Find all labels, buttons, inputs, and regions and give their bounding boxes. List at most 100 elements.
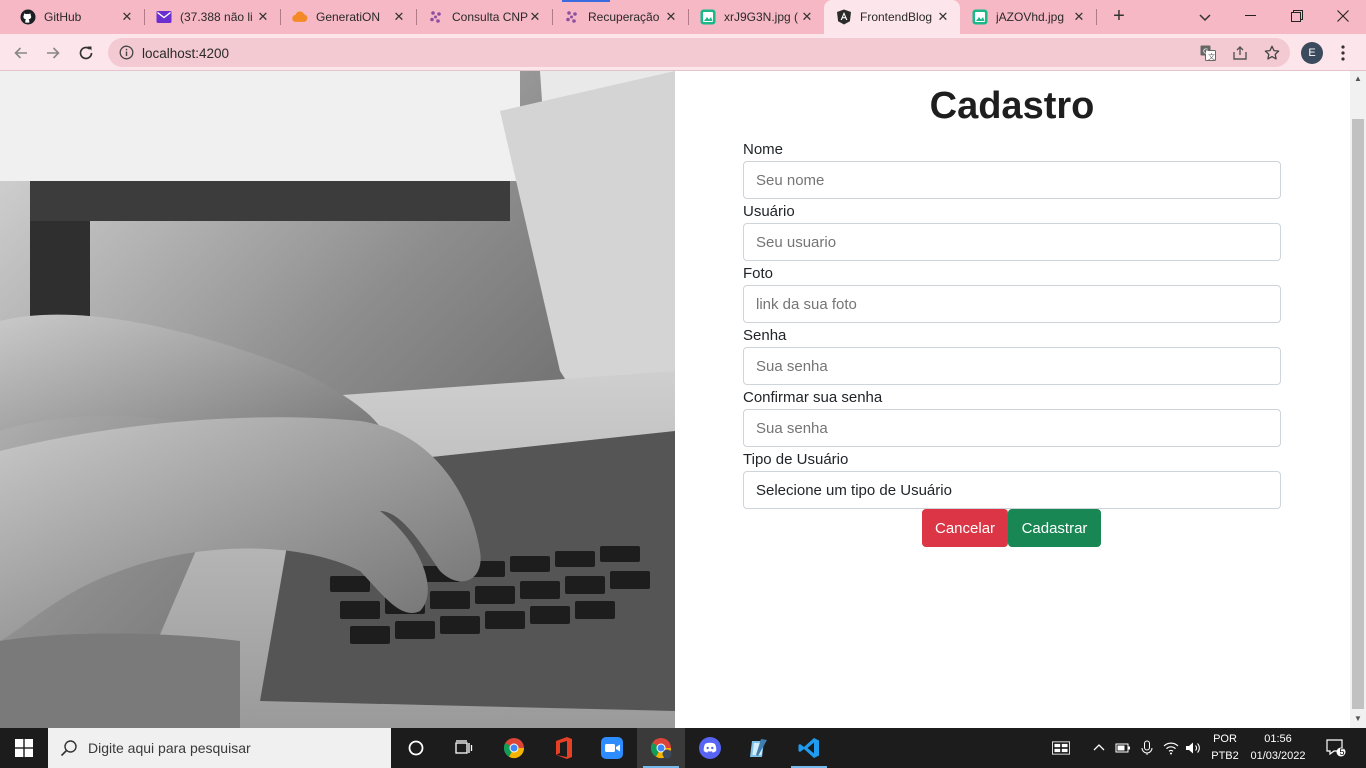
- restore-button[interactable]: [1274, 0, 1320, 32]
- chevron-up-icon[interactable]: [1090, 739, 1108, 757]
- notepad-icon: [750, 739, 767, 757]
- tab-consulta[interactable]: Consulta CNP ✕: [416, 0, 552, 34]
- volume-icon[interactable]: [1184, 739, 1202, 757]
- tab-search-button[interactable]: [1196, 8, 1214, 26]
- close-icon: [1337, 10, 1349, 22]
- clock-time: 01:56: [1264, 733, 1292, 745]
- close-tab-icon[interactable]: ✕: [256, 10, 270, 24]
- tab-image-2[interactable]: jAZOVhd.jpg ✕: [960, 0, 1096, 34]
- more-vertical-icon: [1341, 45, 1345, 61]
- microphone-icon[interactable]: [1138, 739, 1156, 757]
- taskbar-notepad[interactable]: [735, 728, 783, 768]
- notification-count: 5: [1339, 747, 1345, 757]
- tab-recuperacao[interactable]: Recuperação ✕: [552, 0, 688, 34]
- profile-avatar[interactable]: E: [1301, 42, 1323, 64]
- chrome-icon: [503, 738, 525, 759]
- cortana-icon: [408, 740, 424, 756]
- virtual-desktop-icon[interactable]: [1052, 739, 1070, 757]
- close-window-button[interactable]: [1320, 0, 1366, 32]
- tab-frontendblog[interactable]: FrontendBlog ✕: [824, 0, 960, 34]
- search-placeholder: Digite aqui para pesquisar: [88, 740, 251, 756]
- close-tab-icon[interactable]: ✕: [528, 10, 542, 24]
- photo-url-input[interactable]: [743, 285, 1281, 323]
- task-view-button[interactable]: [440, 728, 488, 768]
- taskbar-office[interactable]: [540, 728, 588, 768]
- name-label: Nome: [743, 141, 784, 158]
- scroll-down-icon[interactable]: ▼: [1353, 714, 1363, 724]
- url-text: localhost:4200: [142, 46, 230, 61]
- password-label: Senha: [743, 327, 787, 344]
- register-button[interactable]: Cadastrar: [1008, 509, 1101, 547]
- share-icon[interactable]: [1232, 45, 1248, 61]
- reload-button[interactable]: [73, 40, 99, 66]
- tab-mail[interactable]: (37.388 não li ✕: [144, 0, 280, 34]
- page-scrollbar[interactable]: ▲ ▼: [1350, 71, 1366, 728]
- forward-button[interactable]: [40, 40, 66, 66]
- tab-generation[interactable]: GeneratiON ✕: [280, 0, 416, 34]
- info-icon[interactable]: [119, 45, 134, 60]
- taskbar-vscode[interactable]: [785, 728, 833, 768]
- discord-icon: [699, 737, 721, 759]
- cortana-button[interactable]: [392, 728, 440, 768]
- close-tab-icon[interactable]: ✕: [1072, 10, 1086, 24]
- battery-icon[interactable]: [1114, 739, 1132, 757]
- close-tab-icon[interactable]: ✕: [120, 10, 134, 24]
- username-input[interactable]: [743, 223, 1281, 261]
- bookmark-star-icon[interactable]: [1264, 45, 1280, 61]
- start-button[interactable]: [0, 728, 48, 768]
- confirm-password-input[interactable]: [743, 409, 1281, 447]
- cancel-button[interactable]: Cancelar: [922, 509, 1008, 547]
- arrow-left-icon: [14, 47, 27, 59]
- angular-icon: [836, 9, 852, 25]
- page-viewport: Cadastro Nome Usuário Foto Senha Confirm…: [0, 71, 1366, 728]
- user-type-select[interactable]: Selecione um tipo de Usuário: [743, 471, 1281, 509]
- browser-menu-button[interactable]: [1336, 44, 1350, 62]
- github-icon: [20, 9, 36, 25]
- taskbar-chrome-active[interactable]: [637, 728, 685, 768]
- page-title: Cadastro: [929, 85, 1095, 127]
- password-input[interactable]: [743, 347, 1281, 385]
- office-icon: [556, 737, 572, 759]
- windows-taskbar: Digite aqui para pesquisar POR PTB2 01:5…: [0, 728, 1366, 768]
- scrollbar-thumb[interactable]: [1352, 119, 1364, 709]
- mail-icon: [156, 9, 172, 25]
- clock[interactable]: 01:56 01/03/2022: [1246, 731, 1310, 765]
- close-tab-icon[interactable]: ✕: [936, 10, 950, 24]
- keyboard-layout: PTB2: [1211, 750, 1239, 762]
- taskbar-discord[interactable]: [686, 728, 734, 768]
- back-button[interactable]: [8, 40, 34, 66]
- close-tab-icon[interactable]: ✕: [800, 10, 814, 24]
- taskbar-chrome[interactable]: [490, 728, 538, 768]
- close-tab-icon[interactable]: ✕: [392, 10, 406, 24]
- address-bar[interactable]: localhost:4200 G文: [108, 38, 1290, 67]
- taskbar-search-box[interactable]: Digite aqui para pesquisar: [48, 728, 391, 768]
- clock-date: 01/03/2022: [1250, 750, 1306, 762]
- tab-github[interactable]: GitHub ✕: [8, 0, 144, 34]
- tab-image-1[interactable]: xrJ9G3N.jpg ( ✕: [688, 0, 824, 34]
- cloud-icon: [292, 9, 308, 25]
- minimize-icon: [1245, 15, 1256, 16]
- windows-logo-icon: [15, 739, 33, 757]
- zoom-icon: [601, 737, 623, 759]
- translate-icon[interactable]: G文: [1200, 45, 1216, 61]
- scroll-up-icon[interactable]: ▲: [1353, 74, 1363, 84]
- user-type-label: Tipo de Usuário: [743, 451, 849, 468]
- minimize-button[interactable]: [1228, 0, 1274, 32]
- slack-icon: [428, 9, 444, 25]
- image-icon: [972, 9, 988, 25]
- task-view-icon: [455, 740, 473, 754]
- browser-toolbar: localhost:4200 G文: [0, 34, 1366, 71]
- confirm-password-label: Confirmar sua senha: [743, 389, 883, 406]
- new-tab-button[interactable]: +: [1108, 6, 1130, 28]
- close-tab-icon[interactable]: ✕: [664, 10, 678, 24]
- user-type-selected-value: Selecione um tipo de Usuário: [756, 481, 952, 499]
- chrome-profile-icon: [650, 738, 672, 759]
- vscode-icon: [798, 738, 819, 758]
- wifi-icon[interactable]: [1162, 739, 1180, 757]
- name-input[interactable]: [743, 161, 1281, 199]
- taskbar-zoom[interactable]: [588, 728, 636, 768]
- notification-center-button[interactable]: 5: [1324, 739, 1348, 757]
- language-indicator[interactable]: POR PTB2: [1208, 731, 1242, 765]
- reload-icon: [79, 46, 93, 60]
- search-icon: [60, 739, 78, 757]
